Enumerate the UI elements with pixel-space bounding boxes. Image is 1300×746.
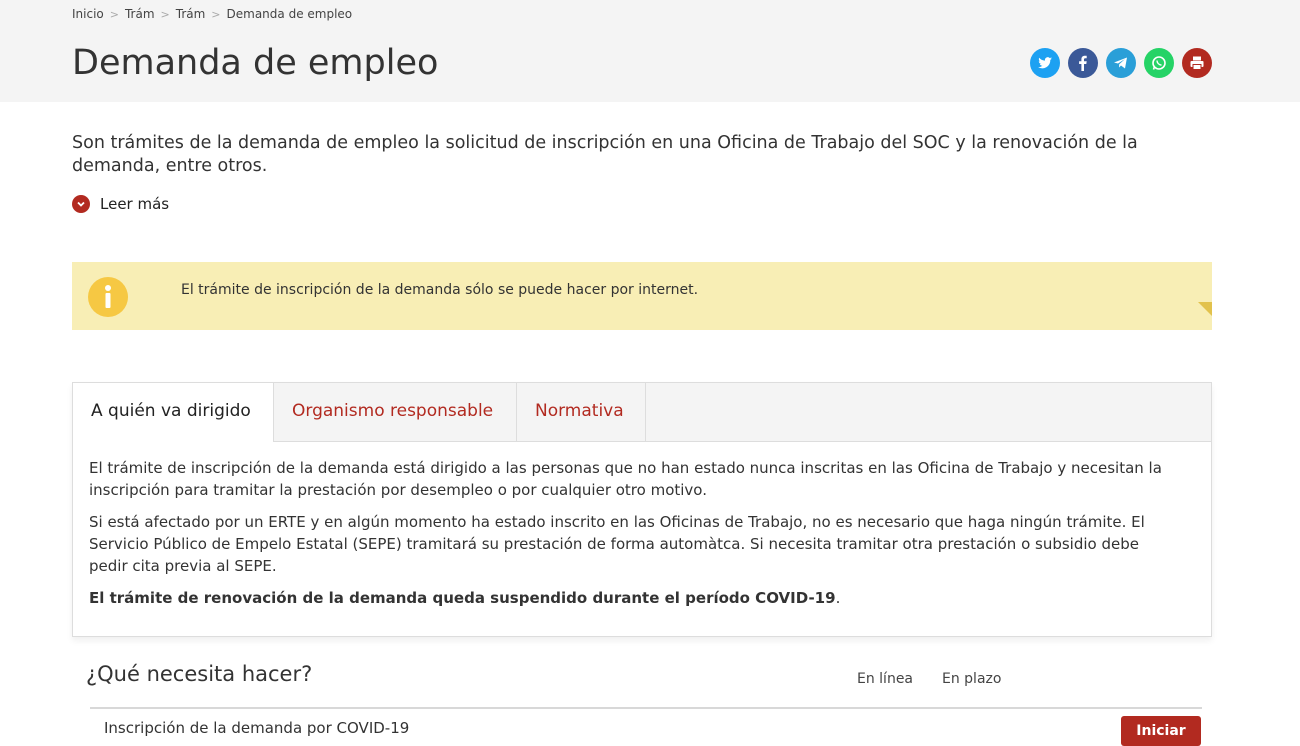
tab-paragraph-3: El trámite de renovación de la demanda q… [89,587,1179,609]
breadcrumb-item-tramites[interactable]: Trám [125,7,155,21]
tab-normativa[interactable]: Normativa [517,383,646,441]
tab-paragraph-2: Si está afectado por un ERTE y en algún … [89,513,1145,575]
whatsapp-icon[interactable] [1144,48,1174,78]
page-title: Demanda de empleo [72,43,439,83]
alert-text: El trámite de inscripción de la demanda … [181,282,699,298]
intro-text: Son trámites de la demanda de empleo la … [72,133,1138,176]
column-header-en-plazo: En plazo [942,671,1002,687]
share-bar [1030,48,1212,78]
read-more-label: Leer más [100,195,170,213]
info-alert: El trámite de inscripción de la demanda … [72,262,1212,330]
facebook-icon[interactable] [1068,48,1098,78]
breadcrumb-item-tramites-sub[interactable]: Trám [176,7,206,21]
print-icon[interactable] [1182,48,1212,78]
corner-fold-decoration [1198,302,1212,330]
tab-a-quien-va-dirigido[interactable]: A quién va dirigido [73,383,274,442]
tab-paragraph-1: El trámite de inscripción de la demanda … [89,459,1162,499]
page-header: Inicio > Trám > Trám > Demanda de empleo… [0,0,1300,102]
breadcrumb-item-inicio[interactable]: Inicio [72,7,104,21]
tab-bar: A quién va dirigido Organismo responsabl… [73,383,1211,442]
tabs-panel: A quién va dirigido Organismo responsabl… [72,382,1212,637]
breadcrumb-separator: > [211,7,221,21]
read-more-link[interactable]: Leer más [72,195,169,213]
breadcrumb-separator: > [160,7,170,21]
covid-notice-end: . [835,589,841,607]
tab-organismo-responsable[interactable]: Organismo responsable [274,383,517,441]
covid-notice-bold: El trámite de renovación de la demanda q… [89,589,836,607]
breadcrumb-separator: > [109,7,119,21]
breadcrumb-current: Demanda de empleo [226,7,353,21]
start-button[interactable]: Iniciar [1121,716,1201,746]
info-icon [88,277,128,317]
twitter-icon[interactable] [1030,48,1060,78]
tab-content: El trámite de inscripción de la demanda … [89,457,1179,619]
procedure-row-title[interactable]: Inscripción de la demanda por COVID-19 [104,719,409,737]
telegram-icon[interactable] [1106,48,1136,78]
divider [90,707,1202,709]
breadcrumb: Inicio > Trám > Trám > Demanda de empleo [72,7,352,21]
chevron-down-icon [72,195,90,213]
section-title-que-necesita: ¿Qué necesita hacer? [86,662,313,686]
column-header-en-linea: En línea [857,671,914,687]
